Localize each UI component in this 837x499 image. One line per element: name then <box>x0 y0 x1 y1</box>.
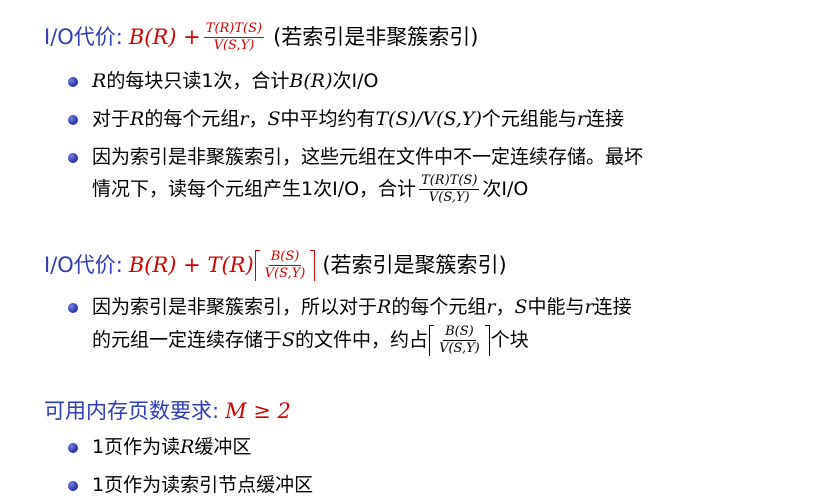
text-R: R <box>377 296 392 318</box>
section1-cost-label: I/O代价: <box>44 24 123 49</box>
bullet-text: 1页作为读索引节点缓冲区 <box>92 474 314 496</box>
bullet-icon <box>68 480 78 491</box>
fraction-den: V(S,Y) <box>264 266 306 281</box>
bullet-text: ， <box>495 296 515 318</box>
bullet-icon <box>68 302 78 313</box>
section2-bullet-1-cont: 的元组一定连续存储于 S 的文件中，约占 B(S) V(S,Y) 个块 <box>92 325 529 356</box>
slide: I/O代价: B(R) + T(R)T(S) V(S,Y) (若索引是非聚簇索引… <box>0 0 837 499</box>
text-r: r <box>486 296 496 318</box>
section1-formula: B(R) + <box>128 24 201 49</box>
section3-bullet-1: 1页作为读 R 缓冲区 <box>68 438 251 457</box>
section1-heading: I/O代价: B(R) + T(R)T(S) V(S,Y) (若索引是非聚簇索引… <box>44 22 479 52</box>
section3-label: 可用内存页数要求: <box>44 399 220 423</box>
section1-bullet-1: R 的每块只读1次，合计 B(R) 次I/O <box>68 72 378 91</box>
section2-cost-label: I/O代价: <box>44 253 123 277</box>
section2-ceiling: B(S) V(S,Y) <box>254 250 316 281</box>
text-R: R <box>92 70 107 92</box>
bullet-icon <box>68 76 78 87</box>
bullet-text: 情况下，读每个元组产生1次I/O，合计 <box>92 177 417 200</box>
bullet-text: 个块 <box>490 329 529 351</box>
text-S: S <box>514 296 528 318</box>
text-TS-VSY: T(S)/V(S,Y) <box>375 108 482 130</box>
section1-bullet-3-cont: 情况下，读每个元组产生1次I/O，合计 T(R)T(S) V(S,Y) 次I/O <box>92 174 528 204</box>
bullet-text: 的文件中，约占 <box>295 329 429 351</box>
bullet-text: 1页作为读 <box>92 436 181 458</box>
bullet-icon <box>68 152 78 163</box>
text-r: r <box>584 296 594 318</box>
section1-fraction-den: V(S,Y) <box>213 37 255 53</box>
bullet-fraction: B(S) V(S,Y) <box>437 325 482 355</box>
fraction-den: V(S,Y) <box>428 189 470 205</box>
bullet-text: 连接 <box>586 108 625 130</box>
section3-formula: M ≥ 2 <box>225 399 291 423</box>
bullet-fraction: T(R)T(S) V(S,Y) <box>419 173 480 205</box>
section2-condition: (若索引是聚簇索引) <box>322 253 507 277</box>
bullet-text: 因为索引是非聚簇索引，这些元组在文件中不一定连续存储。最坏 <box>92 146 644 168</box>
section3-heading: 可用内存页数要求: M ≥ 2 <box>44 401 291 422</box>
section1-condition: (若索引是非聚簇索引) <box>273 24 479 49</box>
text-R: R <box>130 108 145 130</box>
bullet-text: ， <box>248 108 268 130</box>
bullet-text: 次I/O <box>482 177 529 200</box>
section2-heading: I/O代价: B(R) + T(R) B(S) V(S,Y) (若索引是聚簇索引… <box>44 250 507 281</box>
fraction-den: V(S,Y) <box>439 341 480 356</box>
bullet-icon <box>68 442 78 453</box>
bullet-text: 因为索引是非聚簇索引，所以对于 <box>92 296 378 318</box>
bullet-text: 的每块只读1次，合计 <box>106 70 290 92</box>
bullet-text: 对于 <box>92 108 131 130</box>
section2-formula: B(R) + T(R) <box>128 253 254 277</box>
bullet-text: 中平均约有 <box>280 108 376 130</box>
text-R: R <box>180 436 195 458</box>
bullet-text: 的元组一定连续存储于 <box>92 329 283 351</box>
bullet-ceiling: B(S) V(S,Y) <box>429 325 490 356</box>
text-S: S <box>282 329 296 351</box>
section1-bullet-2: 对于 R 的每个元组 r ， S 中平均约有 T(S)/V(S,Y) 个元组能与… <box>68 110 624 129</box>
text-S: S <box>267 108 281 130</box>
bullet-text: 的每个元组 <box>391 296 487 318</box>
fraction-num: T(R)T(S) <box>419 173 480 190</box>
section1-bullet-3: 因为索引是非聚簇索引，这些元组在文件中不一定连续存储。最坏 <box>68 148 643 167</box>
text-r: r <box>576 108 586 130</box>
bullet-icon <box>68 114 78 125</box>
bullet-text: 缓冲区 <box>194 436 252 458</box>
text-BR: B(R) <box>289 70 333 92</box>
bullet-text: 次I/O <box>332 70 379 92</box>
bullet-text: 中能与 <box>527 296 585 318</box>
section1-fraction-num: T(R)T(S) <box>203 21 265 38</box>
section1-fraction: T(R)T(S) V(S,Y) <box>203 21 265 53</box>
bullet-text: 个元组能与 <box>481 108 577 130</box>
section2-fraction: B(S) V(S,Y) <box>263 250 308 280</box>
section3-bullet-2: 1页作为读索引节点缓冲区 <box>68 476 313 495</box>
bullet-text: 的每个元组 <box>144 108 240 130</box>
section2-bullet-1: 因为索引是非聚簇索引，所以对于 R 的每个元组 r ， S 中能与 r 连接 <box>68 298 632 317</box>
text-r: r <box>239 108 249 130</box>
fraction-num: B(S) <box>443 324 476 341</box>
bullet-text: 连接 <box>593 296 632 318</box>
fraction-num: B(S) <box>268 249 302 266</box>
